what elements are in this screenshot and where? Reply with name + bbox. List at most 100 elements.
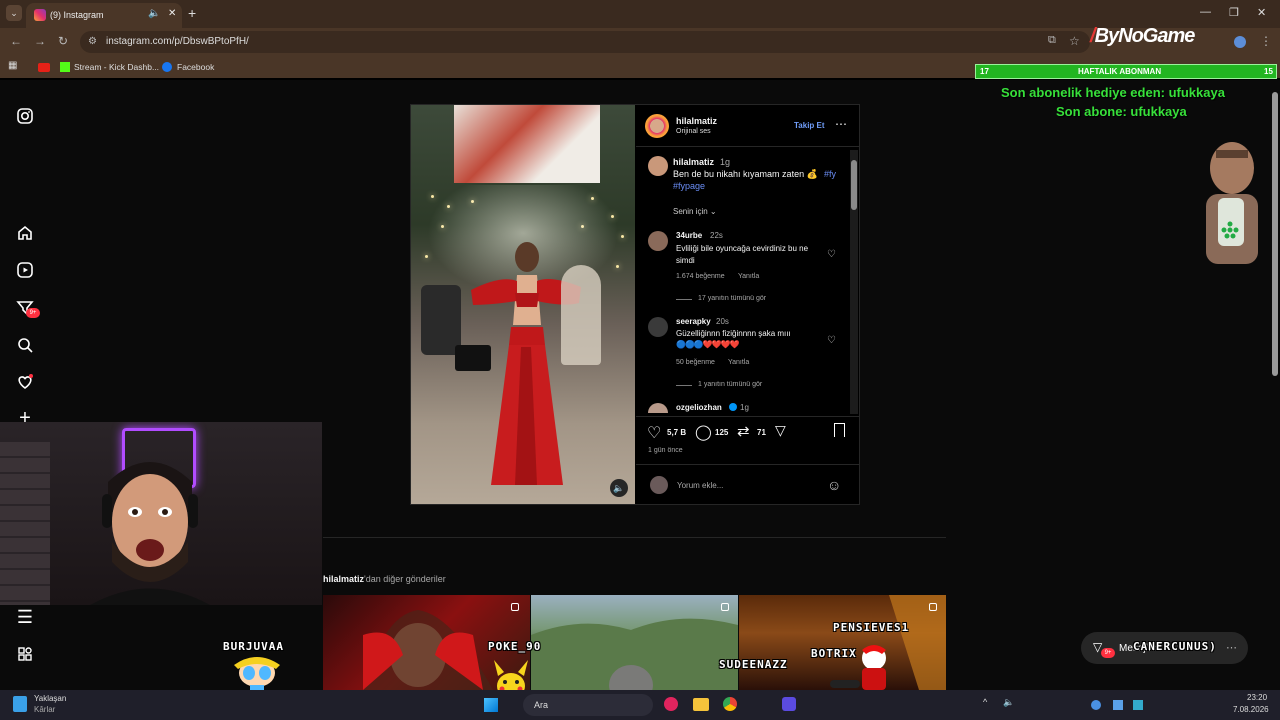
maximize-button[interactable]: ❐ (1229, 6, 1239, 19)
weather-icon[interactable] (13, 696, 27, 712)
speaker-icon[interactable]: 🔈 (148, 8, 160, 19)
comment-likes[interactable]: 1.674 beğenme (676, 273, 725, 280)
comment-icon[interactable]: ◯ (695, 423, 712, 441)
comment-username[interactable]: ozgeliozhan (676, 403, 722, 412)
sort-comments-dropdown[interactable]: Senin için ⌄ (673, 207, 717, 216)
caption-tag-fypage[interactable]: #fypage (673, 181, 705, 191)
minimize-button[interactable]: — (1200, 6, 1211, 18)
search-icon[interactable] (16, 336, 34, 354)
comment-count[interactable]: 125 (715, 428, 728, 437)
more-options-icon[interactable]: ⋯ (835, 117, 847, 131)
tab-bar: ⌄ (9) Instagram 🔈 ✕ + — ❐ ✕ (0, 0, 1280, 28)
more-posts-heading: hilalmatiz'dan diğer gönderiler (323, 574, 446, 584)
clock-time[interactable]: 23:20 (1247, 693, 1267, 702)
repost-icon[interactable]: ⇄ (737, 422, 750, 440)
emoji-icon[interactable]: ☺ (827, 477, 841, 493)
comment-like-icon[interactable]: ♡ (827, 335, 836, 346)
bookmark-kick[interactable]: Stream - Kick Dashb... (74, 62, 159, 72)
browser-menu-icon[interactable]: ⋮ (1260, 34, 1272, 48)
address-bar[interactable]: ⚙ instagram.com/p/DbswBPtoPfH/ (80, 31, 1090, 53)
clock-date[interactable]: 7.08.2026 (1233, 705, 1269, 714)
repost-count[interactable]: 71 (757, 428, 766, 437)
apps-grid-icon[interactable]: ▦ (8, 60, 17, 71)
caption-username[interactable]: hilalmatiz (673, 157, 714, 167)
save-bookmark-icon[interactable] (834, 423, 845, 437)
volume-tray-icon[interactable]: 🔈 (1003, 697, 1014, 708)
tray-icon[interactable] (1133, 700, 1143, 710)
bookmark-star-icon[interactable]: ☆ (1069, 34, 1080, 48)
share-icon[interactable]: ▽ (775, 422, 786, 439)
follow-button[interactable]: Takip Et (794, 121, 825, 130)
bookmark-facebook[interactable]: Facebook (177, 62, 214, 72)
close-window-button[interactable]: ✕ (1257, 6, 1266, 19)
app-icon[interactable] (782, 697, 796, 711)
comment-avatar[interactable] (648, 317, 668, 337)
comment-like-icon[interactable]: ♡ (827, 249, 836, 260)
page-scrollbar[interactable] (1270, 80, 1280, 690)
comments-scrollbar[interactable] (850, 150, 858, 414)
app-icon[interactable] (664, 697, 678, 711)
viewer-name: POKE_90 (488, 640, 542, 653)
more-menu-icon[interactable]: ☰ (16, 608, 34, 626)
tray-icon[interactable] (1091, 700, 1101, 710)
widget-title[interactable]: Yaklaşan (34, 694, 66, 703)
viewer-name: PENSIEVES1 (833, 621, 910, 634)
caption-tag-fy[interactable]: #fy (824, 169, 836, 179)
like-count[interactable]: 5,7 B (667, 428, 686, 437)
reply-button[interactable]: Yanıtla (738, 273, 759, 280)
view-replies[interactable]: 17 yanıtın tümünü gör (698, 295, 766, 302)
forward-icon[interactable]: → (34, 34, 46, 48)
comment-avatar[interactable] (648, 231, 668, 251)
youtube-bookmark-icon[interactable] (38, 63, 50, 72)
caption-avatar[interactable] (648, 156, 668, 176)
cast-icon[interactable]: ⧉ (1048, 34, 1056, 47)
instagram-logo-icon[interactable] (16, 107, 34, 125)
author-username[interactable]: hilalmatiz (676, 116, 717, 126)
chrome-icon[interactable] (723, 697, 737, 711)
instagram-favicon-icon (34, 9, 46, 21)
author-avatar[interactable] (645, 114, 669, 138)
like-icon[interactable]: ♡ (647, 423, 661, 443)
comment-time: 22s (710, 231, 723, 240)
section-divider (323, 537, 946, 538)
tab-search-button[interactable]: ⌄ (6, 5, 22, 21)
more-post-thumbnail[interactable] (531, 595, 738, 690)
start-button[interactable] (484, 698, 498, 712)
view-replies[interactable]: 1 yanıtın tümünü gör (698, 381, 762, 388)
mute-toggle-button[interactable]: 🔈 (610, 479, 628, 497)
audio-label[interactable]: Orijinal ses (676, 128, 711, 135)
comment-avatar[interactable] (648, 403, 668, 413)
browser-toolbar: ← → ↻ ⚙ instagram.com/p/DbswBPtoPfH/ ⧉ ☆… (0, 28, 1280, 56)
home-icon[interactable] (16, 224, 34, 242)
file-explorer-icon[interactable] (693, 698, 709, 711)
comment-likes[interactable]: 50 beğenme (676, 359, 715, 366)
caption-time: 1g (720, 157, 731, 167)
back-icon[interactable]: ← (10, 34, 22, 48)
close-tab-icon[interactable]: ✕ (168, 8, 176, 19)
messages-more-icon[interactable]: ⋯ (1226, 641, 1237, 654)
tab-instagram[interactable]: (9) Instagram 🔈 ✕ (26, 3, 182, 28)
tab-title: (9) Instagram (50, 10, 104, 20)
reload-icon[interactable]: ↻ (58, 34, 68, 48)
reel-icon (511, 603, 519, 611)
post-video[interactable]: 🔈 (411, 105, 635, 504)
comment-username[interactable]: seerapky (676, 317, 711, 326)
caption-text: Ben de bu nikahı kıyamam zaten 💰 (673, 169, 818, 179)
site-info-icon[interactable]: ⚙ (88, 36, 97, 47)
comment-username[interactable]: 34urbe (676, 231, 702, 240)
new-tab-button[interactable]: + (188, 5, 196, 21)
comment-input[interactable]: Yorum ekle... (677, 481, 723, 490)
reels-icon[interactable] (16, 261, 34, 279)
tray-chevron-icon[interactable]: ^ (983, 697, 987, 707)
notifications-heart-icon[interactable] (16, 373, 34, 391)
also-from-meta-icon[interactable] (16, 645, 34, 663)
brand-name: ByNoGame (1094, 25, 1196, 47)
notification-badge: 9+ (26, 308, 40, 318)
more-posts-user[interactable]: hilalmatiz (323, 574, 364, 584)
sub-goal-title: HAFTALIK ABONMAN (1078, 67, 1162, 76)
profile-avatar[interactable] (1234, 36, 1246, 48)
botrix-mascot (830, 645, 886, 690)
header-divider (636, 146, 859, 147)
steam-icon[interactable] (1113, 700, 1123, 710)
reply-button[interactable]: Yanıtla (728, 359, 749, 366)
